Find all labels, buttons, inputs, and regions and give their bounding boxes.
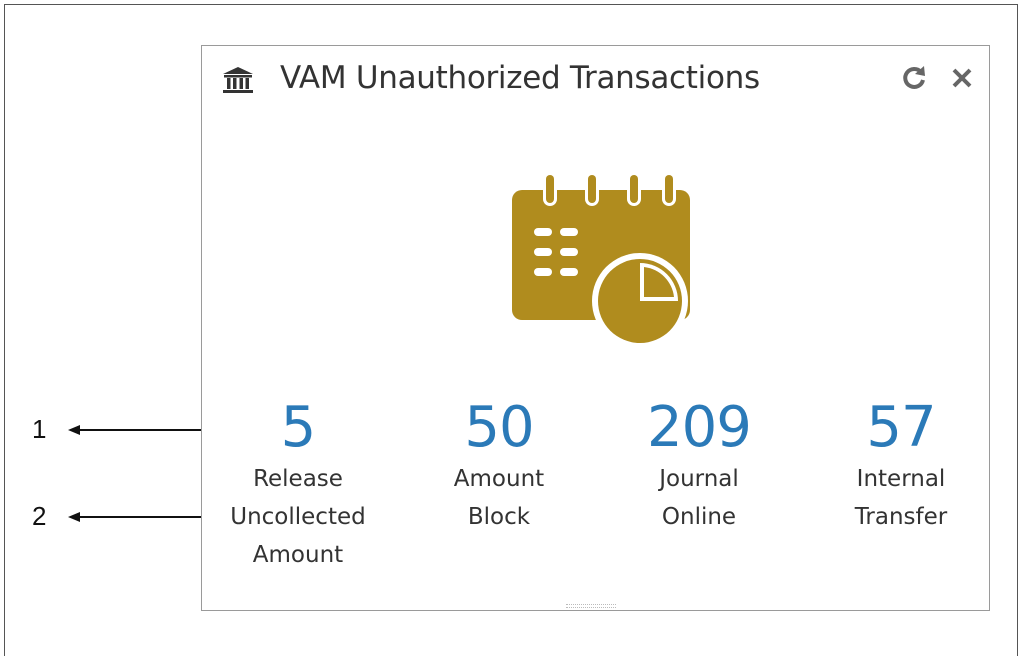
bank-icon xyxy=(222,66,254,94)
metric-label: Release Uncollected Amount xyxy=(230,466,366,568)
widget-title: VAM Unauthorized Transactions xyxy=(280,60,760,96)
metric-amount-block[interactable]: 50 Amount Block xyxy=(399,396,599,536)
calendar-chart-icon xyxy=(502,166,697,351)
metric-label: Journal Online xyxy=(659,466,739,530)
callout-1: 1 xyxy=(32,414,47,444)
metric-journal-online[interactable]: 209 Journal Online xyxy=(599,396,799,536)
metric-value: 57 xyxy=(866,395,936,460)
metric-value: 50 xyxy=(464,395,534,460)
metric-value: 5 xyxy=(280,395,317,460)
metric-label: Amount Block xyxy=(453,466,545,530)
resize-handle[interactable] xyxy=(566,604,616,608)
close-icon[interactable] xyxy=(950,66,974,90)
callout-2: 2 xyxy=(32,501,47,531)
widget-header: VAM Unauthorized Transactions xyxy=(202,46,989,118)
refresh-icon[interactable] xyxy=(900,64,928,92)
metric-value: 209 xyxy=(647,395,752,460)
metric-label: Internal Transfer xyxy=(854,466,948,530)
metric-release-uncollected-amount[interactable]: 5 Release Uncollected Amount xyxy=(198,396,398,574)
metric-internal-transfer[interactable]: 57 Internal Transfer xyxy=(801,396,1001,536)
vam-unauthorized-transactions-widget: VAM Unauthorized Transactions 5 Release … xyxy=(201,45,990,611)
